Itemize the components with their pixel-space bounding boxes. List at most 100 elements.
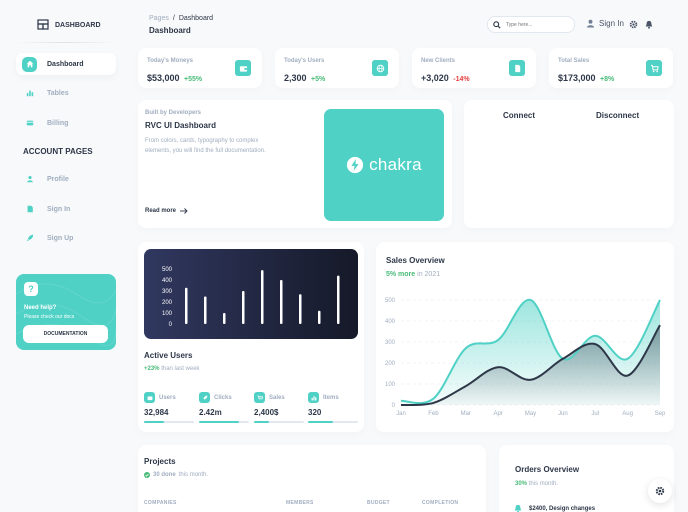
metric-progress-track [254, 421, 304, 423]
x-tick-label: Sep [655, 411, 666, 417]
orders-suffix: this month. [528, 481, 559, 487]
brand-title: DASHBOARD [55, 22, 101, 29]
breadcrumb: Pages / Dashboard [149, 15, 213, 22]
metric-progress-fill [199, 421, 239, 423]
col-header-members: MEMBERS [286, 500, 314, 506]
sidebar-item-sign-in[interactable]: Sign In [16, 198, 116, 220]
kpi-card-sales: Total Sales $173,000 +8% [549, 48, 673, 88]
kpi-change: +55% [184, 76, 203, 83]
kpi-label: Today's Users [284, 58, 325, 64]
active-users-card: 0 100 200 300 400 500 Active Users +23% than … [138, 242, 364, 432]
sidebar-item-tables[interactable]: Tables [16, 82, 116, 104]
y-tick-label: 500 [385, 298, 396, 304]
projects-done: 30 done [153, 472, 176, 478]
gear-icon[interactable] [629, 20, 638, 29]
floating-settings-button[interactable] [648, 479, 672, 503]
kpi-change: +5% [310, 76, 326, 83]
promo-body: From colors, cards, typography to comple… [145, 138, 266, 154]
metric-value: 320 [308, 408, 322, 417]
document-icon [509, 60, 525, 76]
read-more-label: Read more [145, 208, 177, 214]
bar [280, 280, 283, 324]
orders-overview-card: Orders Overview 30% this month. $2400, D… [499, 445, 674, 512]
kpi-label: Today's Moneys [147, 58, 193, 64]
y-tick-label: 0 [169, 322, 173, 328]
x-tick-label: Feb [428, 411, 439, 417]
y-tick-label: 400 [385, 319, 396, 325]
sidebar-item-dashboard[interactable]: Dashboard [16, 53, 116, 75]
kpi-change: -14% [453, 76, 470, 83]
chakra-banner: chakra [324, 109, 444, 221]
active-users-title: Active Users [144, 351, 193, 360]
y-tick-label: 200 [162, 300, 173, 306]
metric-sales: Sales 2,400$ [254, 392, 304, 423]
kpi-label: Total Sales [558, 58, 590, 64]
x-tick-label: Aug [622, 411, 633, 417]
metric-label: Users [159, 394, 176, 401]
kpi-value-row: $53,000 +55% [147, 68, 202, 86]
promo-card: Built by Developers RVC UI Dashboard Fro… [138, 100, 452, 228]
active-users-change-suffix: than last week [161, 366, 200, 372]
y-tick-label: 100 [385, 382, 396, 388]
bell-icon[interactable] [645, 20, 653, 29]
sidebar-item-sign-up[interactable]: Sign Up [16, 227, 116, 249]
person-icon [22, 172, 37, 187]
kpi-value-row: $173,000 +8% [558, 68, 614, 86]
col-header-budget: BUDGET [367, 500, 390, 506]
active-users-change: +23% [144, 366, 160, 372]
stats-icon [308, 392, 319, 403]
order-item-label: $2400, Design changes [529, 505, 596, 512]
x-tick-label: Apr [493, 411, 502, 417]
help-subtitle: Please check our docs [24, 314, 75, 320]
orders-highlight: 30% [515, 481, 528, 487]
sidebar-item-label: Dashboard [47, 60, 84, 68]
kpi-change: +8% [600, 76, 615, 83]
chakra-logo-text: chakra [369, 155, 422, 174]
bar [223, 313, 226, 324]
active-users-bar-chart: 0 100 200 300 400 500 [162, 267, 340, 328]
metric-label: Sales [269, 394, 285, 401]
sales-overview-title: Sales Overview [386, 256, 445, 265]
search-input[interactable] [506, 21, 570, 28]
metric-value: 2,400$ [254, 408, 279, 417]
metric-clicks: Clicks 2.42m [199, 392, 249, 423]
y-tick-label: 500 [162, 267, 173, 273]
kpi-value: $173,000 [558, 73, 596, 83]
sidebar-item-label: Billing [47, 119, 69, 127]
document-icon [22, 202, 37, 217]
logo-icon [37, 19, 49, 30]
question-icon: ? [24, 282, 38, 296]
kpi-card-money: Today's Moneys $53,000 +55% [138, 48, 262, 88]
metric-progress-fill [144, 421, 164, 423]
sales-overview-chart: 0 100 200 300 400 500 Jan Feb Mar Apr May Jun Jul Aug… [385, 298, 666, 417]
metric-label: Items [323, 394, 339, 401]
check-circle-icon [144, 472, 150, 478]
connect-button[interactable]: Connect [503, 111, 535, 120]
breadcrumb-root[interactable]: Pages [149, 15, 169, 22]
documentation-button[interactable]: DOCUMENTATION [23, 325, 108, 343]
brand[interactable]: DASHBOARD [37, 19, 101, 32]
sign-in-label: Sign In [599, 19, 624, 28]
bar [337, 275, 340, 324]
sales-overview-suffix: in 2021 [417, 271, 441, 278]
metric-users: Users 32,984 [144, 392, 194, 423]
read-more-link[interactable]: Read more [145, 208, 188, 214]
search-box[interactable] [487, 16, 575, 33]
cart-icon [254, 392, 265, 403]
x-tick-label: Jun [558, 411, 568, 417]
help-title: Need help? [24, 305, 57, 311]
col-header-companies: COMPANIES [144, 500, 177, 506]
kpi-value: 2,300 [284, 73, 307, 83]
search-icon [493, 20, 501, 29]
disconnect-button[interactable]: Disconnect [596, 111, 639, 120]
x-tick-label: Jul [591, 411, 599, 417]
promo-eyebrow: Built by Developers [145, 110, 202, 116]
orders-subtitle: 30% this month. [515, 481, 558, 487]
kpi-value: $53,000 [147, 73, 180, 83]
sign-in-link[interactable]: Sign In [586, 19, 624, 28]
kpi-value-row: 2,300 +5% [284, 68, 325, 86]
sidebar-item-billing[interactable]: Billing [16, 112, 116, 134]
sidebar-item-label: Profile [47, 175, 69, 183]
sales-overview-highlight: 5% more [386, 271, 416, 278]
sidebar-item-profile[interactable]: Profile [16, 168, 116, 190]
